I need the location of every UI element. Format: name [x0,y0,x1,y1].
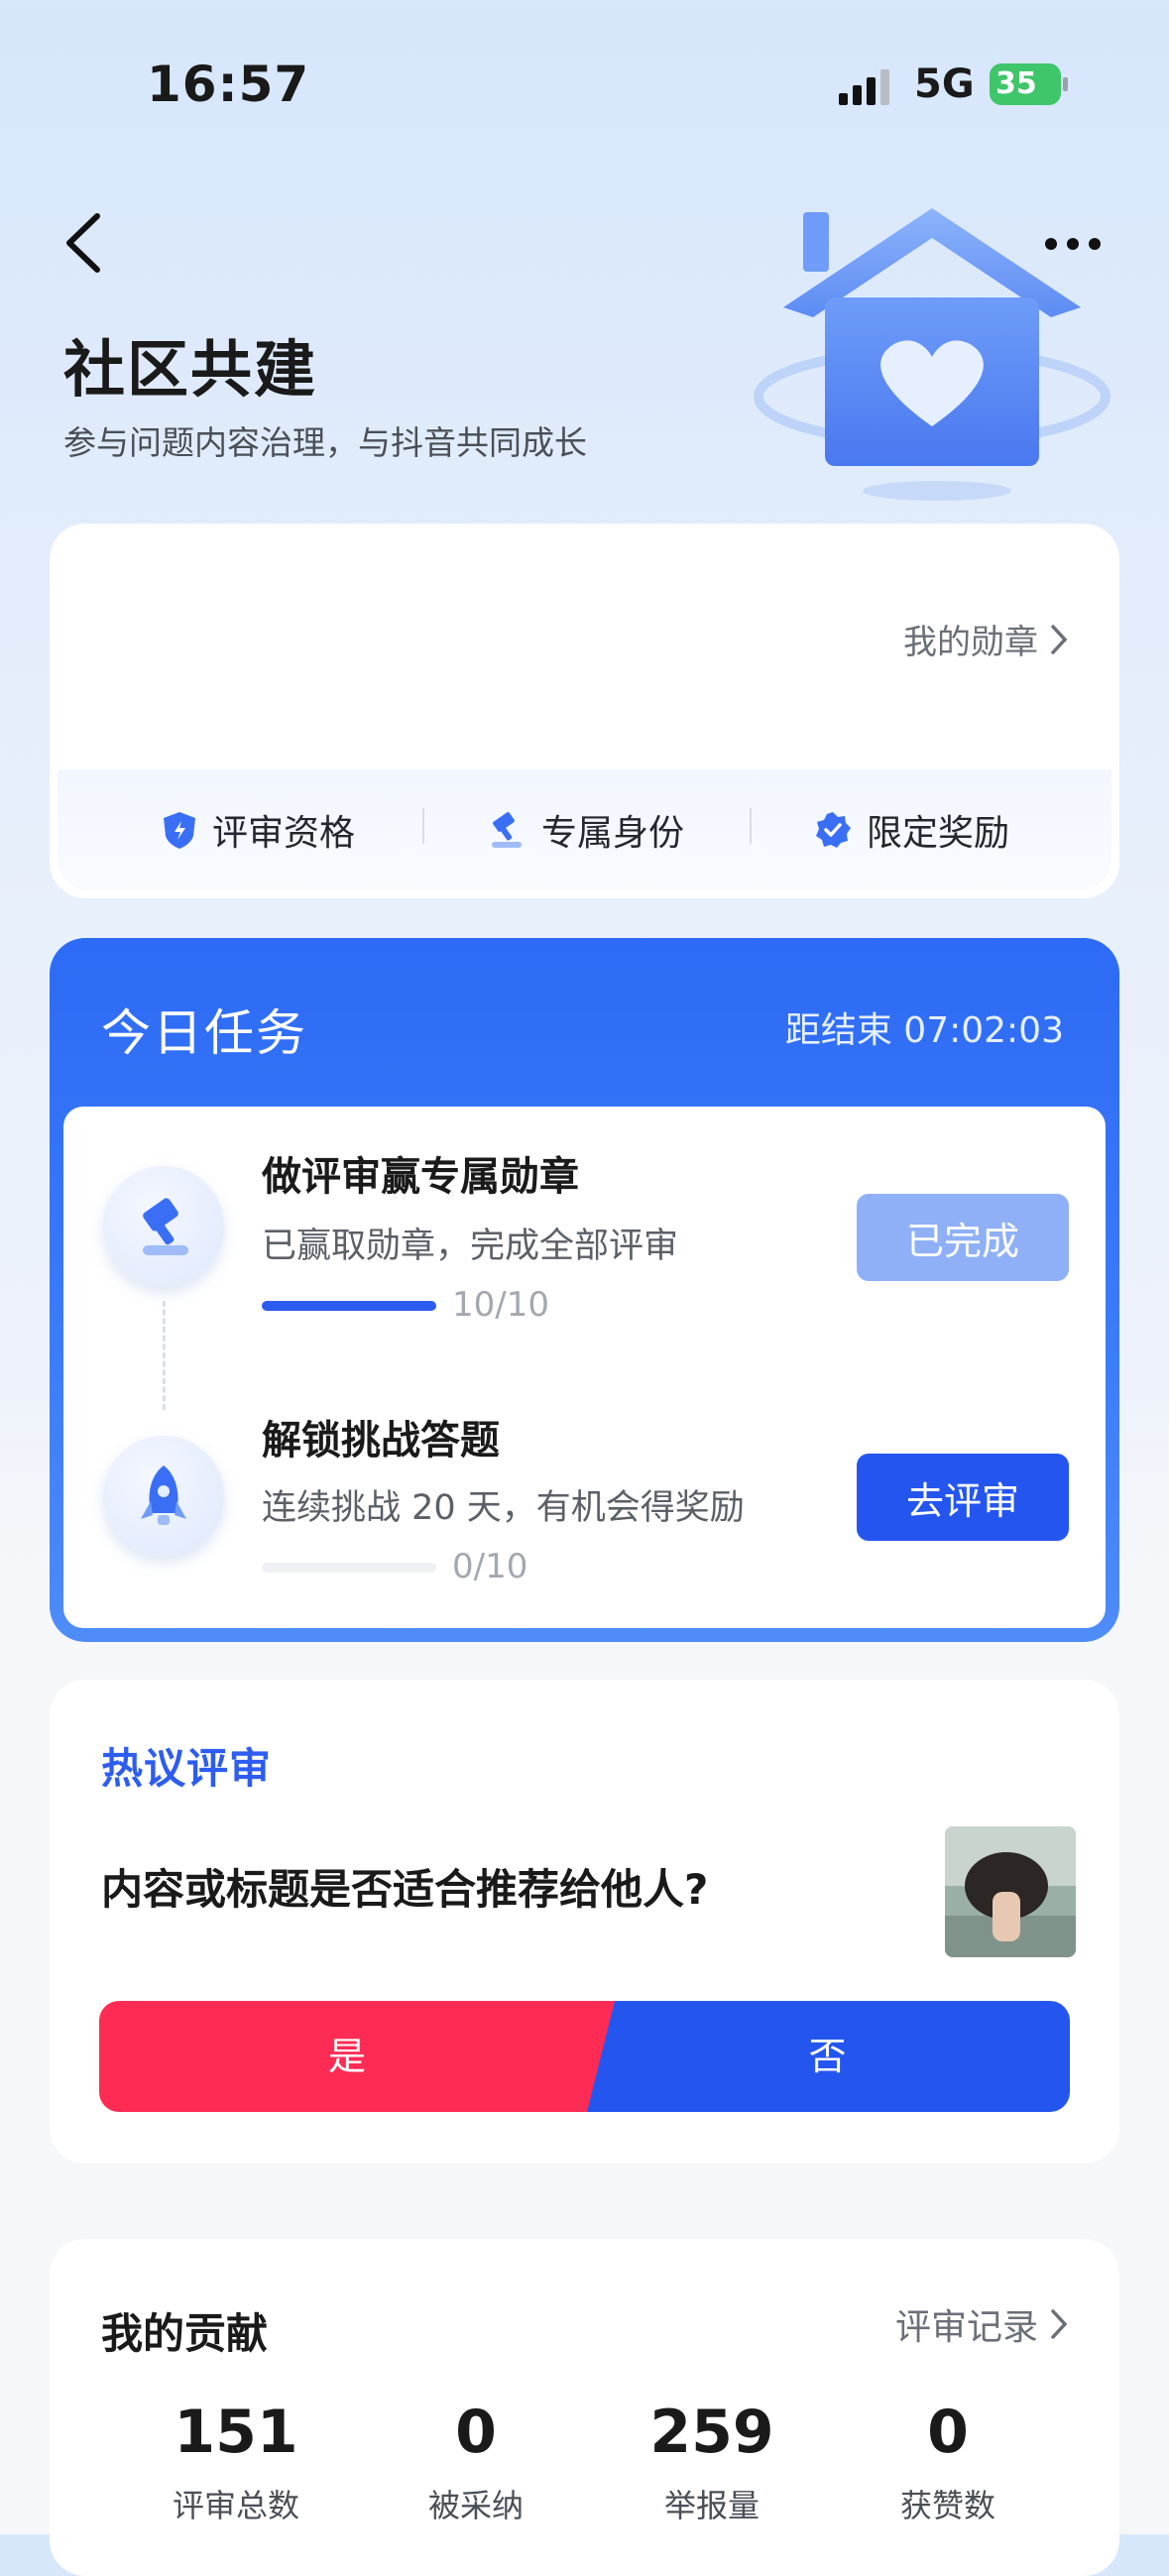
task-icon-bg [103,1166,224,1287]
content-thumbnail[interactable] [945,1826,1076,1957]
battery-icon: 35 [990,63,1069,105]
stat-value: 259 [649,2398,774,2467]
page-title: 社区共建 [63,333,318,406]
hot-review-label: 热议评审 [101,1744,273,1793]
task-name: 做评审赢专属勋章 [262,1154,579,1200]
review-records-link[interactable]: 评审记录 [895,2298,1068,2350]
my-contribution-card: 我的贡献 评审记录 151 评审总数 0 被采纳 259 举报量 0 获赞数 [50,2239,1119,2576]
perk-review-qualification: 评审资格 [161,804,355,856]
perk-label: 专属身份 [541,813,685,854]
shield-icon [164,812,195,849]
stat-label: 获赞数 [899,2487,995,2524]
stat-value: 0 [455,2398,497,2467]
verified-badge-icon [816,812,851,848]
task-name: 解锁挑战答题 [262,1418,500,1464]
task-description: 已赢取勋章，完成全部评审 [262,1227,679,1266]
stat-value: 0 [927,2398,969,2467]
perk-limited-reward: 限定奖励 [813,804,1009,856]
task-progress-count: 10/10 [452,1285,549,1325]
gavel-icon [492,812,522,848]
divider [750,808,752,844]
task-progress-bar [262,1301,436,1311]
stat-reports: 259 举报量 [603,2398,821,2526]
task-completed-button[interactable]: 已完成 [857,1194,1069,1281]
no-label: 否 [808,2035,847,2078]
task-icon-bg [103,1436,224,1557]
review-records-label: 评审记录 [894,2307,1038,2348]
task-description: 连续挑战 20 天，有机会得奖励 [262,1488,745,1528]
perk-exclusive-identity: 专属身份 [488,804,684,856]
chevron-right-icon [1051,624,1068,654]
stat-label: 举报量 [663,2487,760,2524]
stat-adopted: 0 被采纳 [367,2398,585,2526]
battery-level: 35 [995,66,1037,101]
house-heart-illustration [754,208,1111,501]
gavel-icon [143,1198,188,1255]
daily-tasks-card: 今日任务 距结束 07:02:03 做评审赢专属勋章 已赢取勋章，完成全部评审 … [50,938,1119,1642]
my-badges-link[interactable]: 我的勋章 [903,615,1068,663]
video-thumbnail-image [945,1826,1076,1957]
tasks-countdown: 距结束 07:02:03 [784,1010,1064,1051]
tasks-list: 做评审赢专属勋章 已赢取勋章，完成全部评审 10/10 已完成 解锁挑战答题 连… [63,1107,1106,1628]
stat-total-reviews: 151 评审总数 [127,2398,345,2526]
go-review-button[interactable]: 去评审 [857,1454,1069,1541]
timeline-connector [163,1301,166,1410]
my-badges-label: 我的勋章 [903,623,1038,662]
signal-icon [839,69,889,105]
tasks-title: 今日任务 [101,1004,307,1062]
task-progress-count: 0/10 [452,1547,528,1586]
yes-label: 是 [327,2035,366,2078]
rocket-icon [141,1465,186,1525]
perk-label: 评审资格 [212,813,356,854]
contribution-title: 我的贡献 [101,2309,269,2358]
stat-value: 151 [174,2398,298,2467]
stat-likes: 0 获赞数 [839,2398,1057,2526]
review-question: 内容或标题是否适合推荐给他人? [101,1865,709,1914]
task-progress-fill [262,1301,436,1311]
back-arrow-icon[interactable] [59,208,105,278]
network-label: 5G [914,61,975,107]
hot-review-card: 热议评审 内容或标题是否适合推荐给他人? 是 否 [50,1680,1119,2164]
page-subtitle: 参与问题内容治理，与抖音共同成长 [63,423,587,462]
stat-label: 评审总数 [172,2487,299,2524]
perk-label: 限定奖励 [867,813,1010,854]
status-time: 16:57 [147,56,310,113]
task-progress-bar [262,1563,436,1573]
stat-label: 被采纳 [427,2487,524,2524]
chevron-right-icon [1051,2309,1068,2339]
divider [422,808,424,844]
badge-card: 我的勋章 评审资格 专属身份 限定奖励 [50,524,1119,898]
